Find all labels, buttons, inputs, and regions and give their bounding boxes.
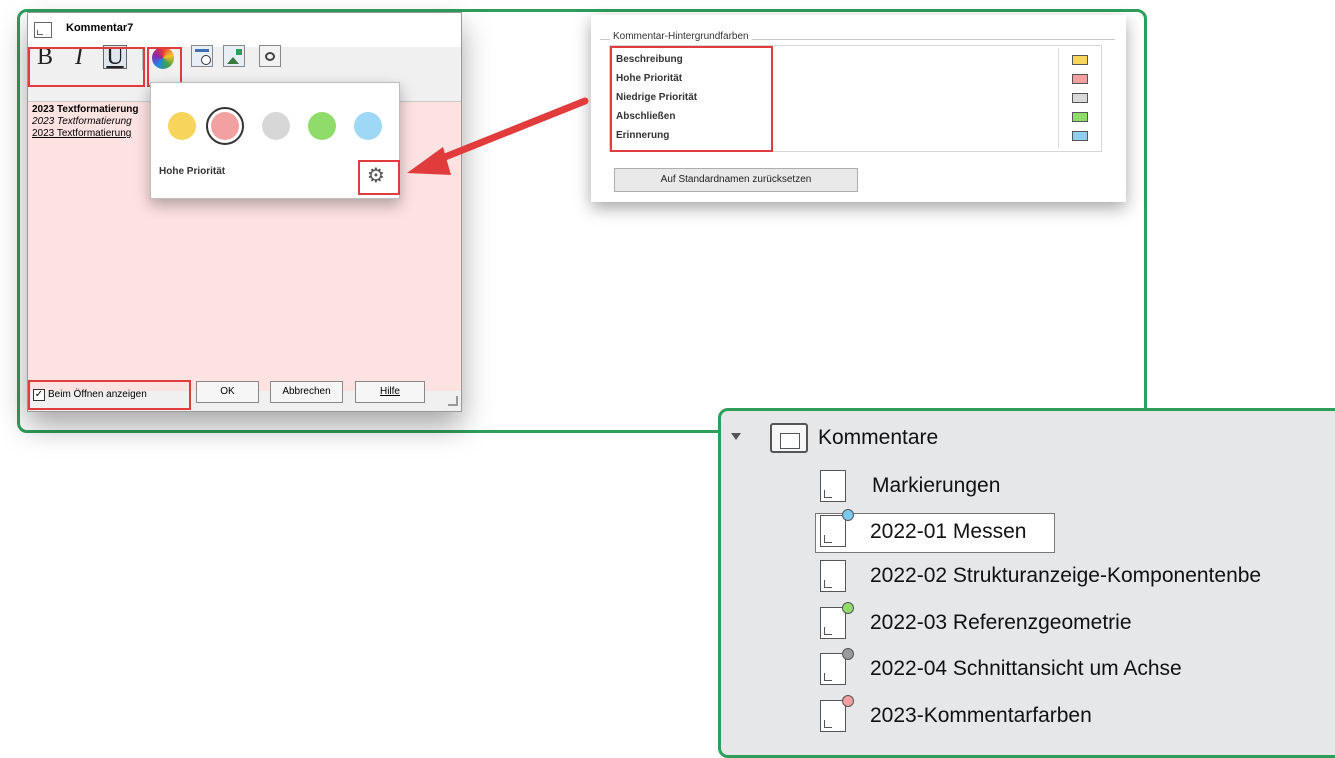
comment-doc-icon <box>820 470 846 502</box>
comment-doc-icon <box>820 515 846 547</box>
editor-line-italic: 2023 Textformatierung <box>32 116 132 127</box>
color-dot-blue <box>842 509 854 521</box>
swatch-abschliessen[interactable] <box>308 112 336 140</box>
tree-item-2023[interactable]: 2023-Kommentarfarben <box>870 704 1092 728</box>
swatch-niedrige-prioritaet[interactable] <box>262 112 290 140</box>
swatch-hohe-prioritaet[interactable] <box>211 112 239 140</box>
editor-line-underline: 2023 Textformatierung <box>32 128 132 139</box>
show-on-open-highlight <box>28 380 191 410</box>
date-stamp-icon[interactable] <box>191 45 213 67</box>
resize-grip[interactable] <box>448 396 458 406</box>
swatch-beschreibung[interactable] <box>168 112 196 140</box>
color-chip-abschliessen <box>1072 112 1088 122</box>
gear-highlight <box>358 160 400 195</box>
tree-item-2022-03[interactable]: 2022-03 Referenzgeometrie <box>870 611 1132 635</box>
collapse-arrow-icon[interactable] <box>731 433 741 440</box>
arrow-head <box>407 147 451 175</box>
color-dot-gray <box>842 648 854 660</box>
insert-image-icon[interactable] <box>223 45 245 67</box>
color-names-highlight <box>610 46 773 152</box>
dialog-title: Kommentar7 <box>66 22 134 34</box>
color-chip-erinnerung <box>1072 131 1088 141</box>
color-dot-green <box>842 602 854 614</box>
comment-doc-icon <box>820 560 846 592</box>
color-button-highlight <box>147 47 182 87</box>
tree-item-2022-01[interactable]: 2022-01 Messen <box>870 520 1026 544</box>
cancel-button[interactable]: Abbrechen <box>270 381 343 403</box>
color-chip-hohe-prioritaet <box>1072 74 1088 84</box>
color-chip-niedrige-prioritaet <box>1072 93 1088 103</box>
list-column-separator <box>1058 48 1059 148</box>
ok-button[interactable]: OK <box>196 381 259 403</box>
swatch-erinnerung[interactable] <box>354 112 382 140</box>
reset-names-button[interactable]: Auf Standardnamen zurücksetzen <box>614 168 858 192</box>
comment-doc-icon <box>820 653 846 685</box>
color-dot-red <box>842 695 854 707</box>
arrow-shaft <box>426 97 589 167</box>
comment-doc-icon <box>820 607 846 639</box>
selected-color-label: Hohe Priorität <box>159 166 226 177</box>
color-chip-beschreibung <box>1072 55 1088 65</box>
editor-line-bold: 2023 Textformatierung <box>32 104 139 115</box>
comment-doc-icon <box>820 700 846 732</box>
tree-item-markierungen[interactable]: Markierungen <box>872 474 1000 498</box>
comments-folder-icon <box>770 423 808 453</box>
group-title: Kommentar-Hintergrundfarben <box>610 31 752 42</box>
tree-item-2022-04[interactable]: 2022-04 Schnittansicht um Achse <box>870 657 1182 681</box>
tree-root-label[interactable]: Kommentare <box>818 426 938 450</box>
dialog-title-bar: Kommentar7 <box>28 13 461 47</box>
camera-icon[interactable] <box>259 45 281 67</box>
callout-arrow <box>407 97 589 175</box>
help-button[interactable]: Hilfe <box>355 381 425 403</box>
text-format-highlight <box>28 47 145 87</box>
comment-icon <box>34 22 52 38</box>
tree-item-2022-02[interactable]: 2022-02 Strukturanzeige-Komponentenbe <box>870 564 1261 588</box>
